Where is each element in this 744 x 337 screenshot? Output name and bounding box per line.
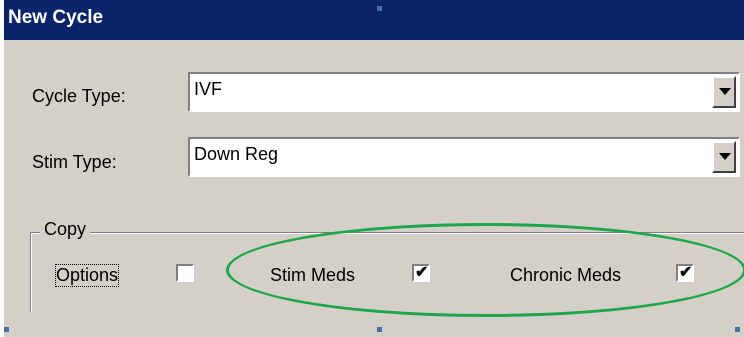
chevron-down-icon[interactable] <box>712 141 736 173</box>
title-bar: New Cycle <box>4 0 744 40</box>
options-checkbox[interactable] <box>176 264 194 282</box>
dialog-title: New Cycle <box>8 7 104 28</box>
resize-handle-bottom-right[interactable] <box>735 327 740 332</box>
highlight-ellipse <box>226 223 744 317</box>
cycle-type-label: Cycle Type: <box>32 86 126 106</box>
options-label[interactable]: Options <box>54 264 120 287</box>
chevron-down-icon[interactable] <box>712 76 736 108</box>
resize-handle-bottom[interactable] <box>377 327 382 332</box>
stim-type-select[interactable]: Down Reg <box>188 137 740 177</box>
cycle-type-select[interactable]: IVF <box>188 72 740 112</box>
new-cycle-dialog: New Cycle Cycle Type: IVF Stim Type: Dow… <box>4 0 744 337</box>
stim-type-label: Stim Type: <box>32 152 117 172</box>
resize-handle-bottom-left[interactable] <box>4 327 9 332</box>
stim-type-value: Down Reg <box>194 144 279 164</box>
resize-handle-top[interactable] <box>377 6 382 11</box>
cycle-type-value: IVF <box>194 79 223 99</box>
copy-group-legend: Copy <box>40 219 91 240</box>
